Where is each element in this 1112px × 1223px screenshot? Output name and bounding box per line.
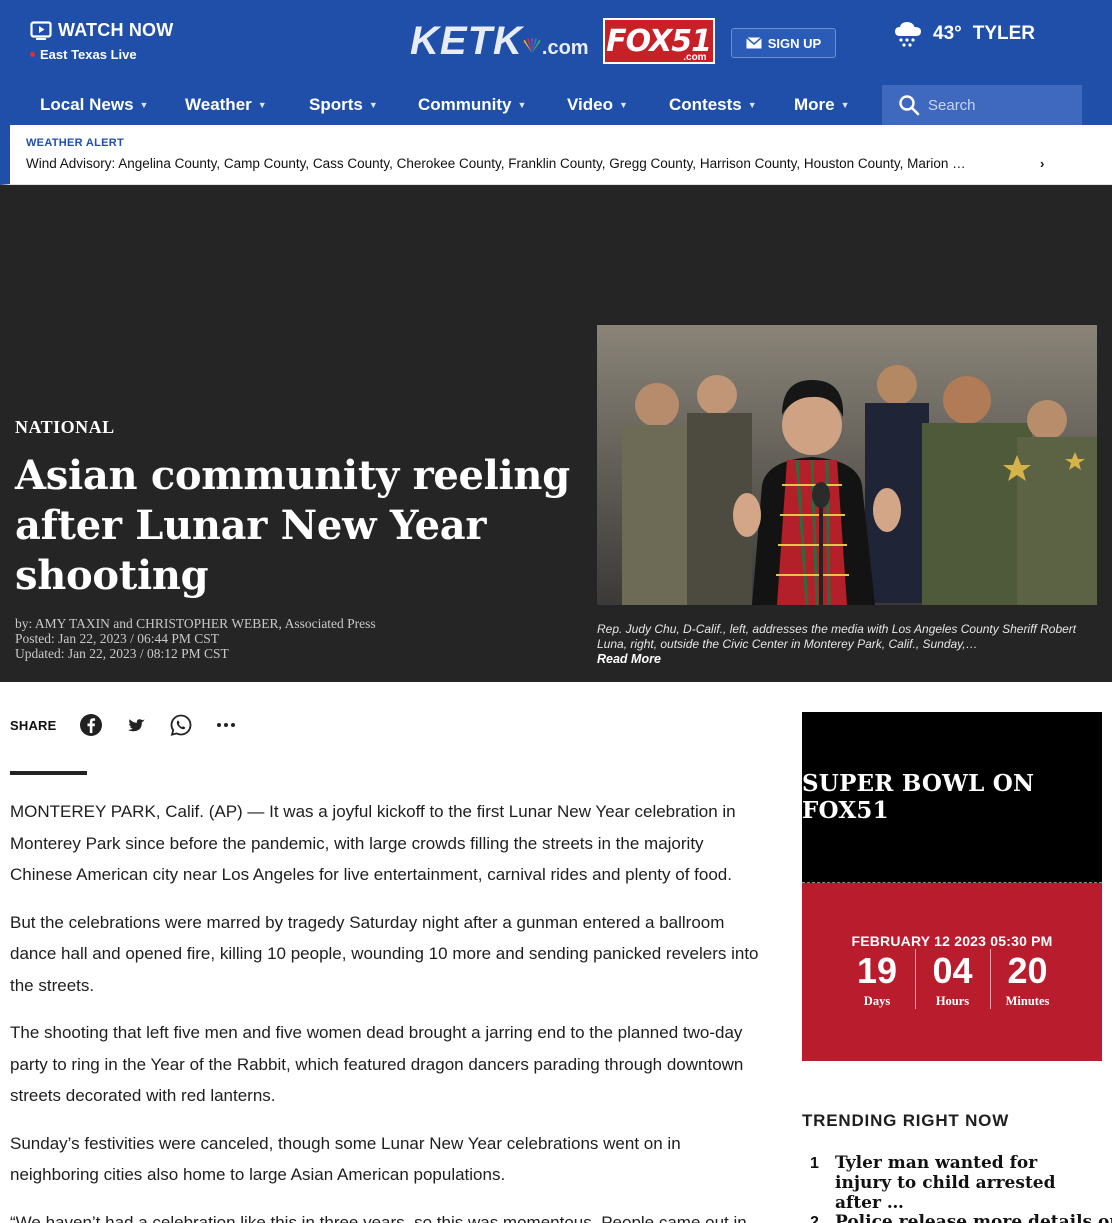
article-meta: by: AMY TAXIN and CHRISTOPHER WEBER, Ass… xyxy=(15,616,376,661)
chevron-right-icon[interactable]: › xyxy=(1040,156,1044,171)
weather-alert-text[interactable]: Wind Advisory: Angelina County, Camp Cou… xyxy=(26,156,1046,171)
nav-item-sports[interactable]: Sports ▼ xyxy=(309,85,378,125)
weather-widget[interactable]: 43° TYLER xyxy=(892,18,1035,50)
nav-item-video[interactable]: Video ▼ xyxy=(567,85,628,125)
article-paragraph: “We haven’t had a celebration like this … xyxy=(10,1212,747,1223)
nav-label: More xyxy=(794,95,835,114)
weather-temperature: 43° xyxy=(933,23,962,44)
main-nav: Local News ▼ Weather ▼ Sports ▼ Communit… xyxy=(0,85,1112,125)
weather-city: TYLER xyxy=(972,23,1036,44)
countdown-timer: 19 Days 04 Hours 20 Minutes xyxy=(802,949,1102,1009)
whatsapp-icon[interactable] xyxy=(169,713,193,737)
nav-item-weather[interactable]: Weather ▼ xyxy=(185,85,267,125)
nav-item-community[interactable]: Community ▼ xyxy=(418,85,526,125)
search-icon[interactable] xyxy=(898,94,920,116)
search-box[interactable] xyxy=(882,85,1082,125)
caret-down-icon: ▼ xyxy=(139,100,149,110)
more-icon[interactable] xyxy=(214,713,238,737)
countdown-value: 20 xyxy=(1007,950,1048,991)
trending-title[interactable]: Tyler man wanted for injury to child arr… xyxy=(835,1153,1097,1213)
fox51-logo-com: .com xyxy=(683,52,707,63)
site-header: WATCH NOW East Texas Live KETK .com FOX5… xyxy=(0,0,1112,185)
share-label: SHARE xyxy=(10,717,57,733)
hero-photo[interactable] xyxy=(597,325,1097,605)
ketk-logo[interactable]: KETK .com xyxy=(410,19,589,64)
article-paragraph: MONTEREY PARK, Calif. (AP) — It was a jo… xyxy=(10,802,736,884)
ketk-logo-com: .com xyxy=(541,36,589,59)
signup-button[interactable]: SIGN UP xyxy=(731,28,836,58)
trending-heading: TRENDING RIGHT NOW xyxy=(802,1111,1010,1130)
countdown-days: 19 Days xyxy=(840,949,915,1009)
photo-caption-text: Rep. Judy Chu, D-Calif., left, addresses… xyxy=(597,622,1077,651)
nav-label: Contests xyxy=(669,95,742,114)
rain-cloud-icon xyxy=(895,22,921,47)
article-updated-date: Updated: Jan 22, 2023 / 08:12 PM CST xyxy=(15,646,229,661)
article-hero: NATIONAL Asian community reeling after L… xyxy=(0,185,1112,682)
nav-label: Community xyxy=(418,95,512,114)
trending-rank: 1 xyxy=(810,1155,819,1172)
fox51-logo[interactable]: FOX51 .com xyxy=(602,18,715,64)
article-paragraph: Sunday’s festivities were canceled, thou… xyxy=(10,1133,681,1185)
super-bowl-promo[interactable]: SUPER BOWL ON FOX51 FEBRUARY 12 2023 05:… xyxy=(802,712,1102,1061)
promo-title: SUPER BOWL ON FOX51 xyxy=(802,770,1035,824)
trending-item[interactable]: 2 Police release more details on xyxy=(802,1212,1112,1223)
countdown-label: Hours xyxy=(935,994,970,1008)
promo-header: SUPER BOWL ON FOX51 xyxy=(802,712,1102,883)
watch-now-subtitle: East Texas Live xyxy=(40,47,137,62)
weather-alert-banner[interactable]: WEATHER ALERT Wind Advisory: Angelina Co… xyxy=(0,125,1112,185)
share-bar: SHARE xyxy=(10,712,259,738)
article-paragraph: But the celebrations were marred by trag… xyxy=(10,912,759,995)
trending-item[interactable]: 1 Tyler man wanted for injury to child a… xyxy=(802,1153,1102,1213)
countdown-value: 19 xyxy=(856,950,898,991)
caret-down-icon: ▼ xyxy=(368,100,378,110)
trending-title[interactable]: Police release more details on xyxy=(835,1212,1112,1223)
nav-label: Weather xyxy=(185,95,252,114)
station-logos[interactable]: KETK .com FOX51 .com xyxy=(410,18,715,64)
article-byline: by: AMY TAXIN and CHRISTOPHER WEBER, Ass… xyxy=(15,616,376,631)
top-bar: WATCH NOW East Texas Live KETK .com FOX5… xyxy=(0,0,1112,85)
caret-down-icon: ▼ xyxy=(840,100,850,110)
promo-date: FEBRUARY 12 2023 05:30 PM xyxy=(851,933,1053,949)
countdown-value: 04 xyxy=(932,950,973,991)
photo-caption: Rep. Judy Chu, D-Calif., left, addresses… xyxy=(597,622,1097,667)
watch-now-label: WATCH NOW xyxy=(58,20,174,40)
press-conference-photo xyxy=(597,325,1097,605)
nav-item-contests[interactable]: Contests ▼ xyxy=(669,85,757,125)
tv-play-icon xyxy=(30,20,52,40)
article-posted-date: Posted: Jan 22, 2023 / 06:44 PM CST xyxy=(15,631,220,646)
nav-item-more[interactable]: More ▼ xyxy=(794,85,850,125)
search-input[interactable] xyxy=(928,96,1078,114)
countdown-hours: 04 Hours xyxy=(914,949,990,1009)
nav-label: Sports xyxy=(309,95,363,114)
countdown-minutes: 20 Minutes xyxy=(989,949,1065,1009)
caret-down-icon: ▼ xyxy=(517,100,527,110)
read-more-link[interactable]: Read More xyxy=(597,652,1097,667)
section-divider xyxy=(10,771,87,775)
caret-down-icon: ▼ xyxy=(747,100,757,110)
countdown-label: Minutes xyxy=(1005,994,1050,1008)
twitter-icon[interactable] xyxy=(124,713,148,737)
trending-rank: 2 xyxy=(810,1214,819,1223)
article-headline: Asian community reeling after Lunar New … xyxy=(15,452,570,599)
facebook-icon[interactable] xyxy=(79,713,103,737)
nav-label: Local News xyxy=(40,95,134,114)
nav-item-local-news[interactable]: Local News ▼ xyxy=(40,85,148,125)
nav-label: Video xyxy=(567,95,613,114)
article-paragraph: The shooting that left five men and five… xyxy=(10,1023,744,1105)
promo-countdown-panel: FEBRUARY 12 2023 05:30 PM 19 Days 04 Hou… xyxy=(802,883,1102,1061)
article-body: MONTEREY PARK, Calif. (AP) — It was a jo… xyxy=(10,796,760,1223)
countdown-label: Days xyxy=(863,994,891,1008)
signup-label: SIGN UP xyxy=(767,35,822,51)
ketk-logo-text: KETK xyxy=(410,18,523,63)
watch-now-link[interactable]: WATCH NOW East Texas Live xyxy=(30,20,173,62)
caret-down-icon: ▼ xyxy=(618,100,628,110)
article-category[interactable]: NATIONAL xyxy=(15,417,115,438)
live-dot-icon xyxy=(30,52,35,57)
envelope-icon xyxy=(745,37,762,49)
weather-alert-label: WEATHER ALERT xyxy=(26,137,125,149)
nbc-peacock-icon xyxy=(523,37,541,53)
caret-down-icon: ▼ xyxy=(257,100,267,110)
